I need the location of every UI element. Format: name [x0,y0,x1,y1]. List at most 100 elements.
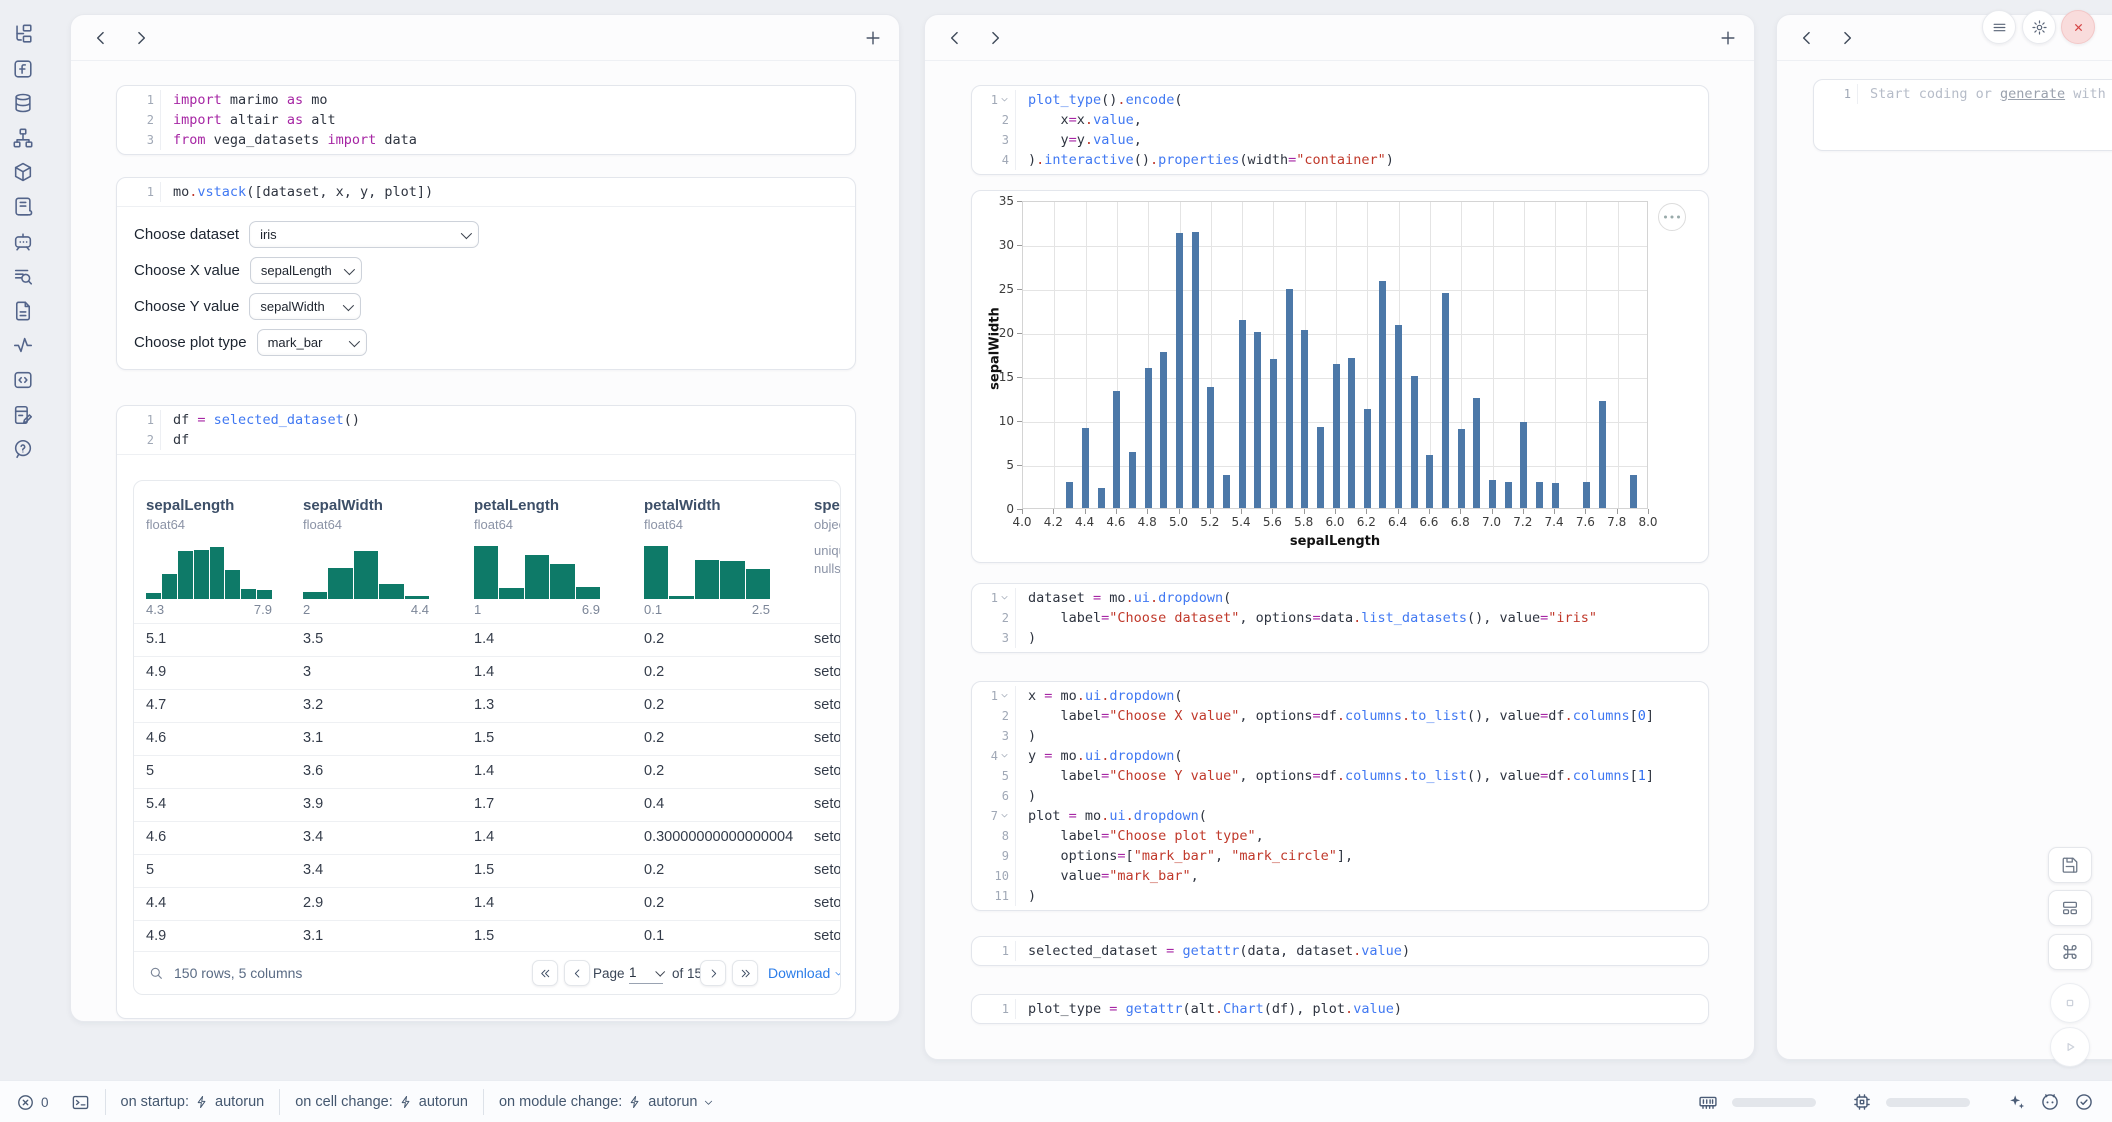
add-cell-button[interactable] [863,28,883,48]
y-tick-label: 10 [980,414,1014,428]
datasources-icon[interactable] [12,92,34,114]
cell-empty-scratch[interactable]: 1 Start coding or generate with AI. [1813,79,2112,151]
cell-plot-code[interactable]: 1plot_type().encode(2 x=x.value,3 y=y.va… [971,85,1709,175]
cell-dataframe[interactable]: 1df = selected_dataset()2df sepalLengthf… [116,405,856,1019]
table-row[interactable]: 5.13.51.40.2setosa [134,623,840,656]
logs-icon[interactable] [12,196,34,218]
cell-imports[interactable]: 1import marimo as mo2import altair as al… [116,85,856,155]
dropdown-choose-dataset[interactable]: iris [249,221,479,248]
column-header[interactable]: petalLength [474,497,559,514]
layout-button[interactable] [2048,890,2092,926]
download-button[interactable]: Download [768,965,841,981]
code-editor[interactable]: 1import marimo as mo2import altair as al… [117,86,855,154]
cell-xy-plot-dropdowns[interactable]: 1x = mo.ui.dropdown(2 label="Choose X va… [971,681,1709,911]
table-row[interactable]: 4.42.91.40.2setosa [134,887,840,920]
bolt-icon [195,1095,209,1109]
line-number: 11 [972,886,1016,906]
column-next-button[interactable] [131,28,151,48]
documentation-icon[interactable] [12,300,34,322]
code-editor[interactable]: 1dataset = mo.ui.dropdown(2 label="Choos… [972,584,1708,652]
column-next-button[interactable] [1837,28,1857,48]
cell-selected-dataset[interactable]: 1selected_dataset = getattr(data, datase… [971,936,1709,966]
fold-chevron-icon[interactable] [1000,95,1009,104]
chat-icon[interactable] [12,231,34,253]
autorun-setting[interactable]: on module change:autorun [499,1094,715,1110]
column-prev-button[interactable] [1797,28,1817,48]
column-header[interactable]: species [814,497,841,514]
cell-vstack[interactable]: 1mo.vstack([dataset, x, y, plot]) Choose… [116,177,856,370]
column-prev-button[interactable] [91,28,111,48]
column-prev-button[interactable] [945,28,965,48]
settings-button[interactable] [2022,10,2056,44]
code-editor[interactable]: 1selected_dataset = getattr(data, datase… [972,937,1708,965]
code-editor[interactable]: 1df = selected_dataset()2df [117,406,855,454]
cell-dataset-dropdown[interactable]: 1dataset = mo.ui.dropdown(2 label="Choos… [971,583,1709,653]
dropdown-choose-plot-type[interactable]: mark_bar [257,329,367,356]
bar-chart-plot-area[interactable] [1022,201,1648,509]
terminal-icon[interactable] [71,1093,90,1112]
search-icon[interactable] [148,965,164,981]
generate-with-ai-link[interactable]: generate [2000,86,2065,102]
column-histogram[interactable] [146,543,272,599]
tracing-icon[interactable] [12,334,34,356]
table-row[interactable]: 4.73.21.30.2setosa [134,689,840,722]
fold-chevron-icon[interactable] [1000,811,1009,820]
next-page-button[interactable] [700,960,726,986]
code-editor[interactable]: 1plot_type().encode(2 x=x.value,3 y=y.va… [972,86,1708,174]
page-select[interactable]: 1 [629,962,663,984]
table-row[interactable]: 5.43.91.70.4setosa [134,788,840,821]
code-editor[interactable]: 1 Start coding or generate with AI. [1814,80,2112,108]
add-cell-button[interactable] [1718,28,1738,48]
last-page-button[interactable] [732,960,758,986]
column-histogram[interactable] [644,543,770,599]
functions-icon[interactable] [12,58,34,80]
column-header[interactable]: sepalLength [146,497,234,514]
keyboard-shortcuts-button[interactable] [2048,934,2092,970]
chart-actions-button[interactable] [1658,203,1686,231]
table-row[interactable]: 53.41.50.2setosa [134,854,840,887]
run-button[interactable] [2050,1027,2090,1067]
stop-button[interactable] [2050,983,2090,1023]
fold-chevron-icon[interactable] [1000,691,1009,700]
help-icon[interactable] [12,438,34,460]
fold-chevron-icon[interactable] [1000,751,1009,760]
dependency-graph-icon[interactable] [12,127,34,149]
first-page-button[interactable] [532,960,558,986]
chart-bar [1395,325,1402,508]
prev-page-button[interactable] [564,960,590,986]
save-button[interactable] [2048,847,2092,883]
ai-sparkles-icon[interactable] [2006,1092,2026,1112]
column-histogram[interactable] [474,543,600,599]
table-row[interactable]: 4.63.11.50.2setosa [134,722,840,755]
dropdown-choose-x-value[interactable]: sepalLength [250,257,362,284]
errors-icon[interactable] [16,1093,35,1112]
cell-plot-type[interactable]: 1plot_type = getattr(alt.Chart(df), plot… [971,994,1709,1024]
column-header[interactable]: sepalWidth [303,497,383,514]
dataframe-table: sepalLengthfloat644.37.9sepalWidthfloat6… [133,480,841,995]
dropdown-choose-y-value[interactable]: sepalWidth [249,293,361,320]
code-editor[interactable]: 1mo.vstack([dataset, x, y, plot]) [117,178,855,206]
code-editor[interactable]: 1plot_type = getattr(alt.Chart(df), plot… [972,995,1708,1023]
code-line: 9 options=["mark_bar", "mark_circle"], [972,846,1708,866]
column-histogram[interactable] [303,543,429,599]
column-next-button[interactable] [985,28,1005,48]
file-explorer-icon[interactable] [12,23,34,45]
packages-icon[interactable] [12,161,34,183]
fold-chevron-icon[interactable] [1000,593,1009,602]
code-editor[interactable]: 1x = mo.ui.dropdown(2 label="Choose X va… [972,682,1708,910]
snippets-icon[interactable] [12,265,34,287]
table-row[interactable]: 4.931.40.2setosa [134,656,840,689]
autorun-setting[interactable]: on startup:autorun [121,1094,265,1110]
autorun-setting[interactable]: on cell change:autorun [295,1094,468,1110]
table-row[interactable]: 53.61.40.2setosa [134,755,840,788]
column-header[interactable]: petalWidth [644,497,721,514]
chart-bar [1583,482,1590,508]
close-button[interactable] [2061,10,2095,44]
outline-icon[interactable] [12,369,34,391]
scratchpad-icon[interactable] [12,404,34,426]
assistant-icon[interactable] [2040,1092,2060,1112]
connection-status-icon[interactable] [2074,1092,2094,1112]
table-row[interactable]: 4.93.11.50.1setosa [134,920,840,953]
menu-button[interactable] [1982,10,2016,44]
table-row[interactable]: 4.63.41.40.30000000000000004setosa [134,821,840,854]
